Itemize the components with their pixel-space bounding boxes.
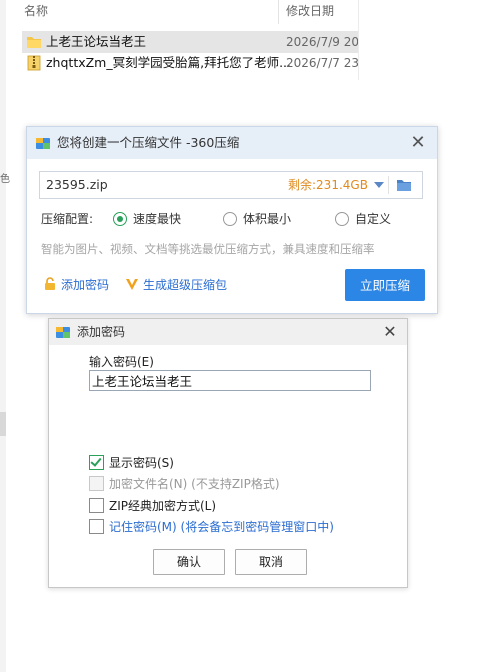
dialog-title: 您将创建一个压缩文件 -360压缩 bbox=[57, 135, 240, 150]
option-label: 自定义 bbox=[355, 212, 392, 226]
nav-pane-scroll-thumb[interactable] bbox=[0, 412, 6, 436]
dialog-title-bar[interactable]: 添加密码 ✕ bbox=[49, 319, 407, 345]
file-date: 2026/7/7 23 bbox=[286, 56, 358, 70]
checkbox-icon[interactable] bbox=[89, 519, 104, 534]
nav-pane-partial-text: 色 bbox=[0, 174, 10, 185]
column-right-edge bbox=[358, 0, 359, 80]
confirm-button[interactable]: 确认 bbox=[153, 549, 225, 575]
password-label: 输入密码(E) bbox=[89, 355, 154, 369]
compress-hint-text: 智能为图片、视频、文档等挑选最优压缩方式，兼具速度和压缩率 bbox=[41, 242, 375, 256]
file-row[interactable]: zhqttxZm_冥刻学园受胎篇,拜托您了老师... 2026/7/7 23 bbox=[22, 52, 358, 74]
dropdown-arrow-icon[interactable] bbox=[374, 182, 384, 188]
option-label: 速度最快 bbox=[133, 212, 182, 226]
v-badge-icon bbox=[126, 279, 138, 290]
checkbox-label: 记住密码(M) (将会备忘到密码管理窗口中) bbox=[109, 520, 334, 534]
close-icon[interactable]: ✕ bbox=[379, 321, 401, 343]
checkbox-icon[interactable] bbox=[89, 498, 104, 513]
360zip-logo-icon bbox=[36, 138, 50, 149]
file-row[interactable]: 上老王论坛当老王 2026/7/9 20 bbox=[22, 31, 358, 53]
add-password-dialog: 添加密码 ✕ 输入密码(E) 显示密码(S) 加密文件名(N) (不支持ZIP格… bbox=[48, 318, 408, 588]
checkbox-label: 加密文件名(N) (不支持ZIP格式) bbox=[109, 477, 280, 491]
column-separator[interactable] bbox=[278, 0, 279, 24]
file-date: 2026/7/9 20 bbox=[286, 35, 358, 49]
compress-config-label: 压缩配置: bbox=[41, 212, 94, 226]
add-password-text[interactable]: 添加密码 bbox=[61, 277, 109, 293]
close-icon[interactable]: ✕ bbox=[407, 132, 429, 154]
free-space-label: 剩余:231.4GB bbox=[288, 178, 368, 192]
checkbox-disabled-icon[interactable] bbox=[89, 476, 104, 491]
super-archive-text[interactable]: 生成超级压缩包 bbox=[143, 277, 227, 293]
column-header-name[interactable]: 名称 bbox=[24, 0, 48, 22]
radio-icon[interactable] bbox=[223, 212, 237, 226]
navigation-pane-edge: 色 bbox=[0, 0, 10, 672]
radio-selected-icon[interactable] bbox=[113, 212, 127, 226]
checkbox-label: ZIP经典加密方式(L) bbox=[109, 499, 217, 513]
checkbox-checked-icon[interactable] bbox=[89, 455, 104, 470]
radio-icon[interactable] bbox=[335, 212, 349, 226]
archive-path-field[interactable]: 23595.zip 剩余:231.4GB bbox=[39, 171, 423, 199]
column-header-date[interactable]: 修改日期 bbox=[286, 0, 334, 22]
compress-now-button[interactable]: 立即压缩 bbox=[345, 269, 425, 301]
360zip-logo-icon bbox=[56, 327, 70, 338]
browse-folder-icon[interactable] bbox=[396, 178, 412, 192]
file-name: 上老王论坛当老王 bbox=[46, 34, 147, 49]
lock-icon bbox=[45, 277, 55, 290]
field-divider bbox=[388, 176, 389, 194]
file-name: zhqttxZm_冥刻学园受胎篇,拜托您了老师... bbox=[46, 55, 292, 70]
password-input[interactable] bbox=[89, 370, 371, 391]
checkbox-label: 显示密码(S) bbox=[109, 456, 174, 470]
dialog-title-bar[interactable]: 您将创建一个压缩文件 -360压缩 ✕ bbox=[27, 127, 437, 159]
cancel-button[interactable]: 取消 bbox=[235, 549, 307, 575]
zip-archive-icon bbox=[27, 55, 41, 71]
create-archive-dialog: 您将创建一个压缩文件 -360压缩 ✕ 23595.zip 剩余:231.4GB… bbox=[26, 126, 438, 314]
folder-icon bbox=[27, 37, 41, 48]
dialog-title: 添加密码 bbox=[77, 325, 126, 339]
option-label: 体积最小 bbox=[243, 212, 292, 226]
archive-filename[interactable]: 23595.zip bbox=[46, 172, 108, 198]
